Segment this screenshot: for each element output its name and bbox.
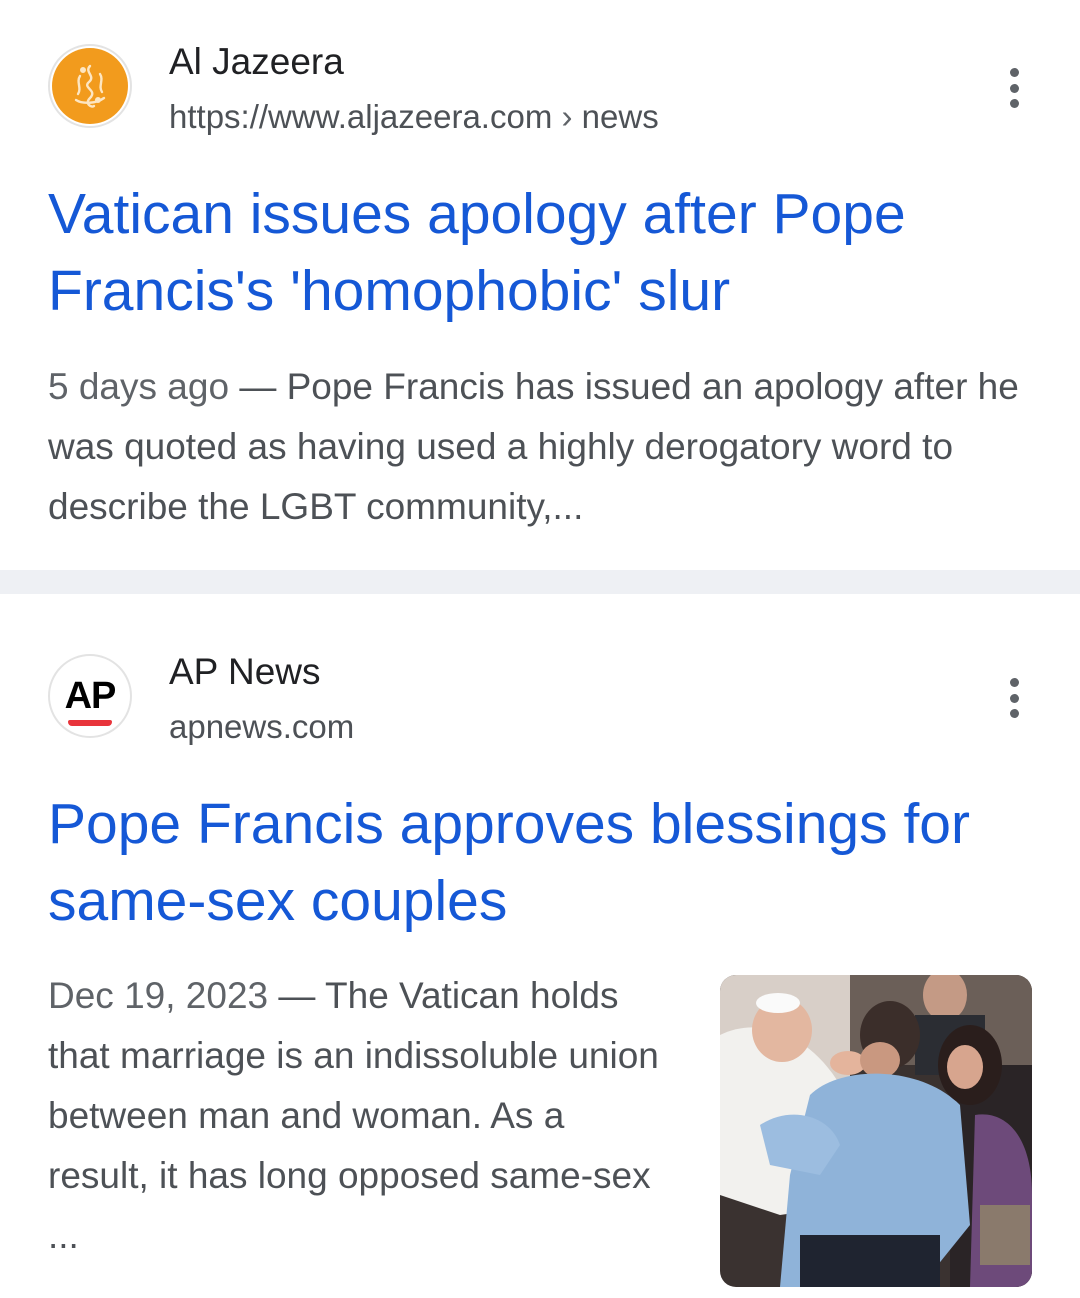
- apnews-favicon[interactable]: AP: [48, 654, 132, 738]
- result-thumbnail-image[interactable]: [720, 975, 1032, 1287]
- pope-blessing-couple-photo: [720, 975, 1032, 1287]
- more-options-icon[interactable]: [998, 62, 1030, 114]
- snippet-text: The Vatican holds that marriage is an in…: [48, 975, 659, 1256]
- source-url[interactable]: https://www.aljazeera.com › news: [169, 97, 659, 137]
- date-dash: —: [239, 366, 277, 407]
- search-result-apnews: AP AP News apnews.com Pope Francis appro…: [0, 594, 1080, 1298]
- search-result-aljazeera: Al Jazeera https://www.aljazeera.com › n…: [0, 0, 1080, 570]
- result-title-link[interactable]: Vatican issues apology after Pope Franci…: [48, 176, 1038, 330]
- ap-logo-text: AP: [64, 674, 117, 717]
- source-name[interactable]: AP News: [169, 650, 321, 694]
- aljazeera-logo-icon: [52, 48, 128, 124]
- result-snippet: Dec 19, 2023 — The Vatican holds that ma…: [48, 966, 668, 1266]
- result-title-link[interactable]: Pope Francis approves blessings for same…: [48, 786, 1038, 940]
- result-date: 5 days ago: [48, 366, 230, 407]
- url-path: news: [581, 98, 659, 135]
- result-snippet: 5 days ago — Pope Francis has issued an …: [48, 357, 1038, 537]
- ap-logo-icon: AP: [50, 656, 130, 736]
- result-date: Dec 19, 2023: [48, 975, 269, 1016]
- more-options-icon[interactable]: [998, 672, 1030, 724]
- result-divider: [0, 570, 1080, 594]
- url-base: https://www.aljazeera.com: [169, 98, 553, 135]
- url-separator: ›: [561, 98, 573, 135]
- source-url[interactable]: apnews.com: [169, 707, 354, 747]
- aljazeera-favicon[interactable]: [48, 44, 132, 128]
- source-name[interactable]: Al Jazeera: [169, 40, 344, 84]
- date-dash: —: [278, 975, 316, 1016]
- url-base: apnews.com: [169, 708, 355, 745]
